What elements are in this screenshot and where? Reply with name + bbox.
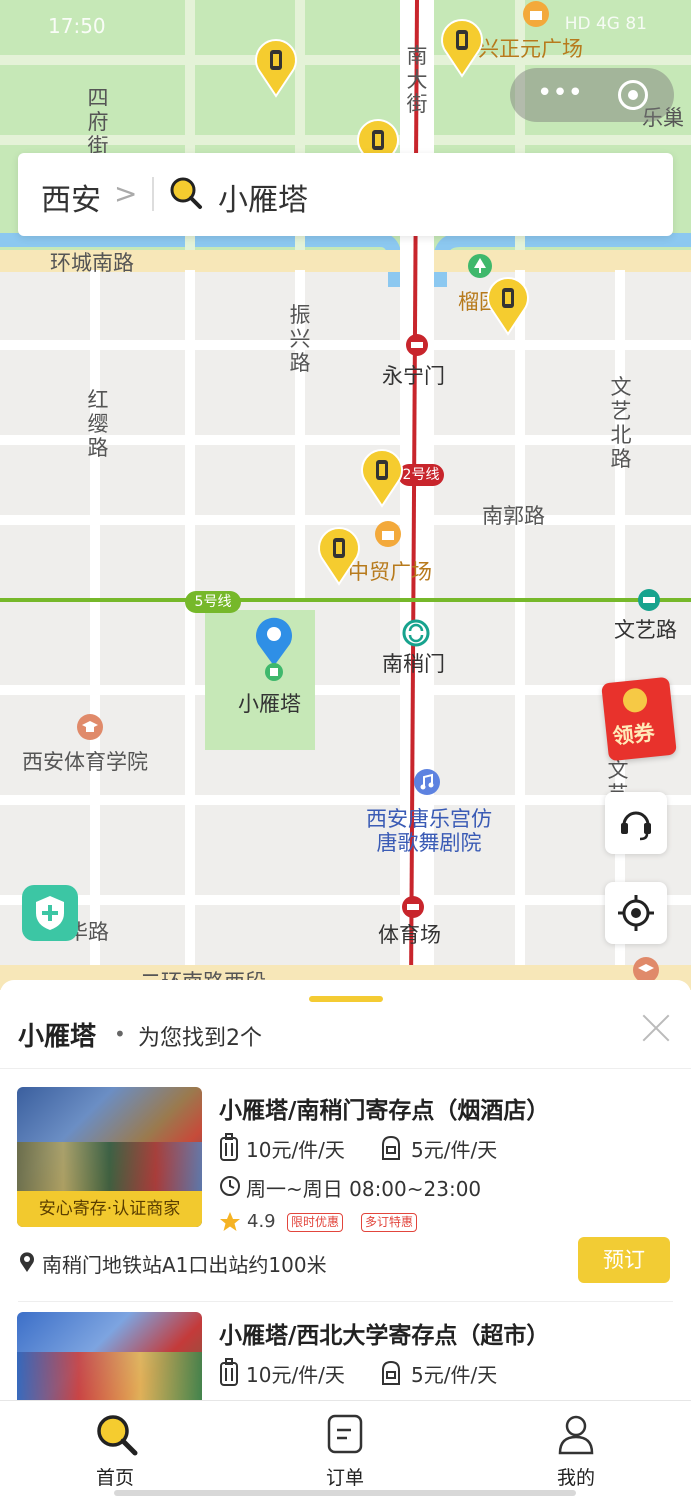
backpack-icon (382, 1360, 400, 1385)
suitcase-icon (220, 1358, 238, 1386)
promo-tag: 限时优惠 (287, 1213, 344, 1232)
map-label: 南大街 (406, 44, 428, 117)
order-icon (327, 1414, 363, 1454)
tab-label: 订单 (325, 1467, 364, 1489)
metro-station-icon (638, 589, 660, 611)
store-photo: 安心寄存·认证商家 (17, 1087, 202, 1227)
map-label: 振兴路 (289, 303, 311, 376)
tab-label: 我的 (556, 1467, 595, 1489)
search-bar[interactable]: 西安 > 小雁塔 (18, 153, 673, 236)
map-label: 西安体育学院 (22, 750, 148, 774)
rating-value: 4.9 (247, 1211, 276, 1232)
separator-dot: • (114, 1022, 126, 1046)
storage-pin-icon[interactable] (360, 448, 404, 508)
metro-line-2-badge: 2号线 (398, 464, 444, 486)
status-bar: 17:50 HD 4G 81 (0, 0, 691, 48)
map-label: 南稍门 (382, 652, 445, 676)
star-icon (220, 1212, 240, 1231)
tab-bar: 首页 订单 我的 (0, 1400, 691, 1497)
results-sheet: 小雁塔 • 为您找到2个 安心寄存·认证商家 小雁塔/南稍门寄存点（烟酒店） 1… (0, 980, 691, 1400)
more-options-icon[interactable]: ••• (530, 78, 590, 112)
book-button[interactable]: 预订 (578, 1237, 670, 1283)
storage-pin-icon[interactable] (356, 118, 400, 158)
close-icon[interactable] (640, 1012, 672, 1044)
storage-pin-icon[interactable] (486, 276, 530, 336)
results-title: 小雁塔 (18, 1022, 97, 1052)
status-indicators: HD 4G 81 (564, 14, 647, 34)
price-small-bag: 5元/件/天 (411, 1138, 498, 1162)
search-icon (170, 177, 202, 209)
coupon-button[interactable]: 领券 (601, 676, 677, 762)
shield-plus-icon (36, 896, 64, 930)
map-label: 小雁塔 (238, 692, 301, 716)
metro-line-5-badge: 5号线 (185, 591, 241, 613)
search-input[interactable]: 小雁塔 (218, 175, 308, 219)
clock-icon (220, 1176, 240, 1196)
tab-label: 首页 (95, 1467, 134, 1489)
insurance-shield-button[interactable] (22, 885, 78, 941)
map-label: 红缨路 (87, 388, 109, 461)
promo-tag: 多订特惠 (361, 1213, 418, 1232)
divider (18, 1301, 673, 1302)
map-label: 西安唐乐宫仿唐歌舞剧院 (366, 807, 492, 856)
search-icon (97, 1415, 138, 1456)
map-label: 四府街 (87, 86, 109, 159)
store-card[interactable]: 小雁塔/西北大学寄存点（超市） 10元/件/天 5元/件/天 (0, 1312, 691, 1400)
mini-program-capsule: ••• (510, 68, 674, 122)
storage-pin-icon[interactable] (317, 526, 361, 586)
locate-me-button[interactable] (605, 882, 667, 944)
map-view[interactable]: 四府街 南大街 兴正元广场 乐巢 环城南路 榴园 振兴路 永宁门 红缨路 文艺北… (0, 0, 691, 990)
price-small-bag: 5元/件/天 (411, 1363, 498, 1387)
chevron-right-icon: > (114, 177, 138, 210)
store-name: 小雁塔/南稍门寄存点（烟酒店） (219, 1098, 550, 1124)
store-name: 小雁塔/西北大学寄存点（超市） (219, 1323, 550, 1349)
divider (152, 177, 154, 211)
map-pin-icon (20, 1252, 34, 1272)
price-large-luggage: 10元/件/天 (246, 1138, 345, 1162)
price-row: 10元/件/天 5元/件/天 (219, 1358, 659, 1390)
certified-badge: 安心寄存·认证商家 (17, 1191, 202, 1227)
city-selector[interactable]: 西安 (41, 175, 101, 219)
hours-text: 周一~周日 08:00~23:00 (246, 1177, 482, 1201)
home-indicator (114, 1490, 576, 1496)
music-icon (414, 769, 440, 795)
profile-icon (558, 1415, 594, 1455)
metro-station-icon (402, 896, 424, 918)
location-pin-icon (256, 617, 292, 681)
map-label: 文艺路 (614, 618, 677, 642)
shopping-icon (375, 521, 401, 547)
suitcase-icon (220, 1133, 238, 1161)
transfer-station-icon (402, 619, 430, 647)
metro-station-icon (406, 334, 428, 356)
status-time: 17:50 (48, 14, 106, 38)
divider (0, 1068, 691, 1069)
map-label: 环城南路 (50, 251, 134, 275)
close-miniprogram-icon[interactable] (618, 80, 648, 110)
store-card[interactable]: 安心寄存·认证商家 小雁塔/南稍门寄存点（烟酒店） 10元/件/天 5元/件/天… (0, 1087, 691, 1307)
drag-handle[interactable] (309, 996, 383, 1002)
coin-icon (621, 687, 649, 714)
customer-service-button[interactable] (605, 792, 667, 854)
headset-icon (621, 811, 651, 841)
map-label: 永宁门 (382, 364, 445, 388)
address-text: 南稍门地铁站A1口出站约100米 (42, 1253, 327, 1277)
crosshair-icon (618, 895, 654, 931)
price-row: 10元/件/天 5元/件/天 (219, 1133, 659, 1165)
map-label: 体育场 (378, 923, 441, 947)
results-count: 为您找到2个 (138, 1026, 262, 1051)
coupon-label: 领券 (611, 720, 656, 749)
backpack-icon (382, 1135, 400, 1160)
map-label: 南郭路 (482, 504, 545, 528)
school-icon (77, 714, 103, 740)
map-label: 文艺北路 (610, 375, 632, 472)
price-large-luggage: 10元/件/天 (246, 1363, 345, 1387)
store-photo (17, 1312, 202, 1400)
